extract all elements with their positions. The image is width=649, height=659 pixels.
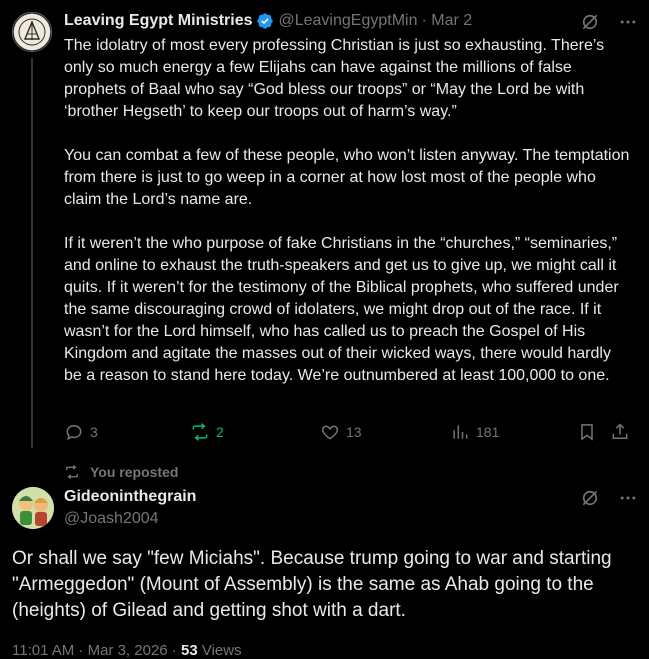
author-handle[interactable]: @Joash2004 (64, 510, 159, 528)
share-icon (612, 423, 628, 439)
like-count: 13 (346, 424, 362, 440)
tweet-paragraph: If it weren’t the who purpose of fake Ch… (64, 235, 619, 384)
share-button[interactable] (610, 422, 630, 447)
grok-icon[interactable] (580, 488, 600, 508)
views-icon (453, 425, 468, 439)
reply-icon (66, 424, 82, 441)
ministry-seal-icon (12, 12, 52, 52)
views-label: Views (197, 642, 242, 659)
like-button[interactable]: 13 (320, 422, 362, 442)
cartoon-characters-avatar-icon (12, 487, 54, 529)
tweet1-menu (580, 12, 638, 32)
thread-connector-line (31, 58, 33, 448)
reply-button[interactable]: 3 (64, 422, 98, 442)
tweet-timestamp-row: 11:01 AM · Mar 3, 2026 · 53 Views (12, 642, 242, 659)
tweet2-menu (580, 488, 638, 508)
tweet-paragraph: The idolatry of most every professing Ch… (64, 37, 605, 120)
repost-count: 2 (216, 424, 224, 440)
verified-badge-icon[interactable] (256, 12, 274, 30)
tweet-timestamp[interactable]: 11:01 AM · Mar 3, 2026 · (12, 642, 181, 659)
views-count: 53 (180, 642, 198, 659)
repost-banner: You reposted (64, 464, 178, 480)
tweet1-body: The idolatry of most every professing Ch… (64, 35, 632, 387)
tweet-paragraph: You can combat a few of these people, wh… (64, 147, 630, 208)
grok-icon[interactable] (580, 12, 600, 32)
repost-icon (192, 423, 208, 441)
tweet1-header: Leaving Egypt Ministries @LeavingEgyptMi… (64, 12, 472, 30)
author-handle[interactable]: @LeavingEgyptMin (278, 12, 417, 30)
author-name[interactable]: Gideoninthegrain (64, 488, 196, 506)
like-icon (321, 425, 339, 440)
author-avatar[interactable] (12, 12, 52, 52)
bookmark-button[interactable] (577, 422, 597, 447)
reply-count: 3 (90, 424, 98, 440)
bookmark-icon (581, 424, 593, 441)
repost-button[interactable]: 2 (190, 422, 224, 442)
more-icon[interactable] (618, 12, 638, 32)
more-icon[interactable] (618, 488, 638, 508)
views-button[interactable]: 181 (450, 422, 499, 442)
views-count: 181 (476, 424, 500, 440)
tweet-date[interactable]: · Mar 2 (421, 12, 472, 30)
author-name[interactable]: Leaving Egypt Ministries (64, 12, 252, 30)
repost-banner-text[interactable]: You reposted (90, 464, 178, 480)
repost-icon (66, 464, 78, 480)
tweet2-body: Or shall we say "few Miciahs". Because t… (12, 548, 612, 621)
author-avatar[interactable] (12, 487, 54, 529)
